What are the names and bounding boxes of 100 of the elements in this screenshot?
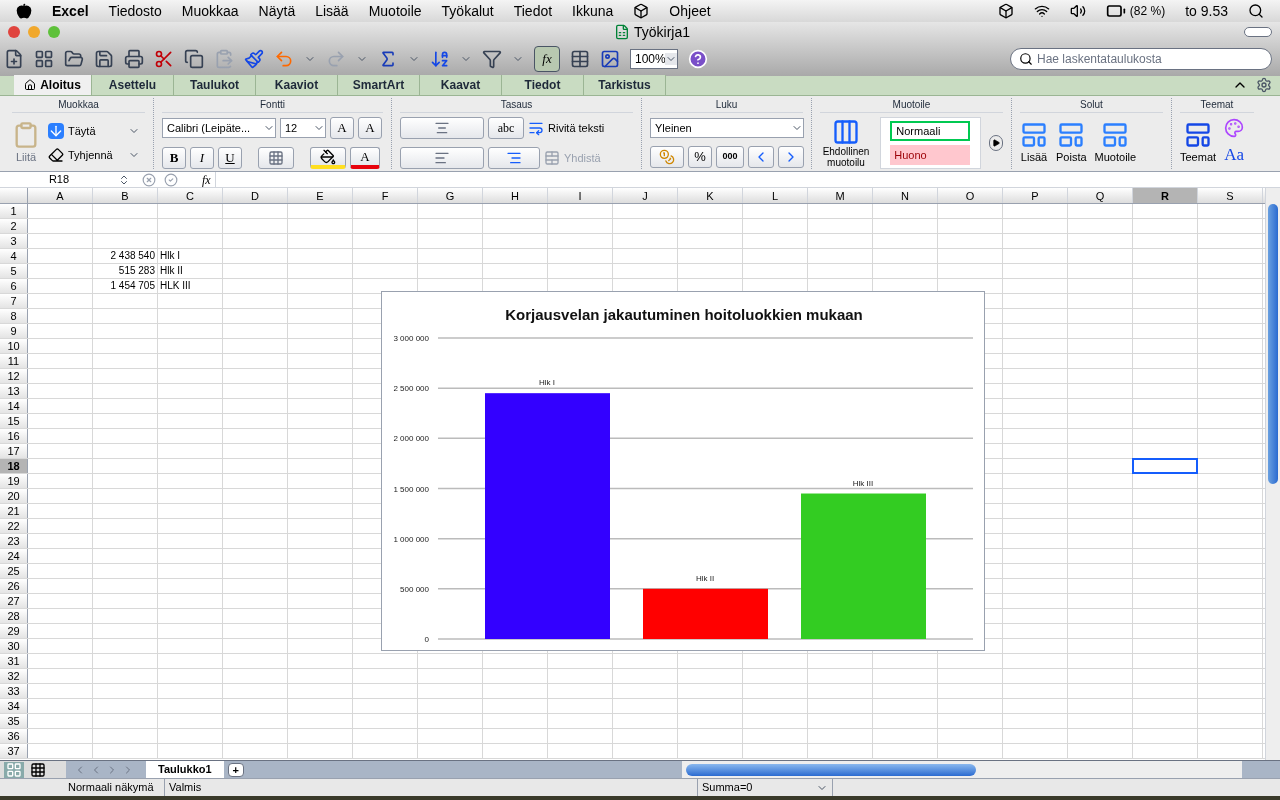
row-header[interactable]: 10 <box>0 339 28 353</box>
cells-button[interactable]: Lisää <box>1020 148 1048 166</box>
row-header[interactable]: 14 <box>0 399 28 413</box>
ribbon-tab[interactable]: Kaaviot <box>256 75 338 95</box>
column-header[interactable]: P <box>1003 188 1068 203</box>
column-header[interactable]: H <box>483 188 548 203</box>
row-header[interactable]: 1 <box>0 204 28 218</box>
row-header[interactable]: 18 <box>0 459 28 473</box>
save-icon[interactable] <box>94 49 114 69</box>
ribbon-tab[interactable]: Kaavat <box>420 75 502 95</box>
row-header[interactable]: 7 <box>0 294 28 308</box>
wrap-text-button[interactable]: Rivitä teksti <box>548 119 605 137</box>
row-header[interactable]: 13 <box>0 384 28 398</box>
row-header[interactable]: 20 <box>0 489 28 503</box>
font-field[interactable]: Calibri (Leipäte... <box>162 118 276 138</box>
column-header[interactable]: L <box>743 188 808 203</box>
menu-item[interactable]: Työkalut <box>441 0 494 22</box>
orientation-button[interactable]: abc <box>488 117 524 139</box>
column-header[interactable]: F <box>353 188 418 203</box>
bold-button[interactable]: B <box>162 147 186 169</box>
row-header[interactable]: 16 <box>0 429 28 443</box>
column-header[interactable]: K <box>678 188 743 203</box>
colors-icon[interactable] <box>1224 118 1245 139</box>
sheet-tab[interactable]: Taulukko1 <box>146 761 224 778</box>
row-header[interactable]: 11 <box>0 354 28 368</box>
thousands-button[interactable]: 000 <box>716 146 744 168</box>
wifi-icon[interactable] <box>1033 3 1050 19</box>
column-header[interactable]: G <box>418 188 483 203</box>
cells-icon[interactable] <box>1057 120 1086 149</box>
ribbon-tab[interactable]: Tiedot <box>502 75 584 95</box>
menu-item[interactable]: Muotoile <box>368 0 422 22</box>
enter-icon[interactable] <box>164 172 178 187</box>
menu-item[interactable]: Excel <box>52 0 89 22</box>
menu-item[interactable]: Muokkaa <box>181 0 239 22</box>
row-header[interactable]: 23 <box>0 534 28 548</box>
column-header[interactable]: R <box>1133 188 1198 203</box>
grow-font-button[interactable]: A <box>330 117 354 139</box>
new-document-icon[interactable] <box>4 49 24 69</box>
menu-item[interactable]: Tiedosto <box>108 0 162 22</box>
column-header[interactable]: A <box>28 188 93 203</box>
volume-icon[interactable] <box>1069 3 1086 19</box>
ribbon-tab[interactable]: SmartArt <box>338 75 420 95</box>
conditional-format-icon[interactable] <box>832 118 860 146</box>
row-header[interactable]: 34 <box>0 699 28 713</box>
settings-icon[interactable] <box>1256 77 1272 93</box>
font-color-button[interactable]: A <box>350 147 380 169</box>
copy-icon[interactable] <box>184 49 204 69</box>
row-header[interactable]: 35 <box>0 714 28 728</box>
decrease-decimal-button[interactable] <box>778 146 804 168</box>
increase-decimal-button[interactable] <box>748 146 774 168</box>
gallery-icon[interactable] <box>34 49 54 69</box>
currency-button[interactable] <box>650 146 684 168</box>
column-header[interactable]: S <box>1198 188 1263 203</box>
close-button[interactable] <box>8 26 20 38</box>
column-header[interactable]: M <box>808 188 873 203</box>
italic-button[interactable]: I <box>190 147 214 169</box>
wrap-text-icon[interactable] <box>528 120 544 136</box>
cells-icon[interactable] <box>1020 120 1048 149</box>
row-header[interactable]: 30 <box>0 639 28 653</box>
column-header[interactable]: N <box>873 188 938 203</box>
menu-item[interactable]: Lisää <box>315 0 349 22</box>
borders-button[interactable] <box>258 147 294 169</box>
formula-builder-button[interactable]: fx <box>534 46 560 72</box>
merge-icon[interactable] <box>544 150 560 166</box>
fill-down-icon[interactable] <box>48 122 64 139</box>
cells-button[interactable]: Poista <box>1056 148 1087 166</box>
row-header[interactable]: 15 <box>0 414 28 428</box>
caret-icon[interactable] <box>665 53 677 65</box>
row-header[interactable]: 6 <box>0 279 28 293</box>
menu-item[interactable]: Ikkuna <box>572 0 614 22</box>
row-header[interactable]: 36 <box>0 729 28 743</box>
underline-button[interactable]: U <box>218 147 242 169</box>
clear-button[interactable]: Tyhjennä <box>68 147 124 164</box>
name-box[interactable]: R18 <box>0 171 118 188</box>
print-icon[interactable] <box>124 49 144 69</box>
ribbon-tab[interactable]: Taulukot <box>174 75 256 95</box>
stepper-icon[interactable] <box>118 173 130 186</box>
cut-icon[interactable] <box>154 49 174 69</box>
column-header[interactable]: I <box>548 188 613 203</box>
selected-cell[interactable] <box>1132 458 1198 474</box>
row-header[interactable]: 12 <box>0 369 28 383</box>
paste-label[interactable]: Liitä <box>15 148 37 166</box>
cancel-icon[interactable] <box>142 172 156 187</box>
row-header[interactable]: 29 <box>0 624 28 638</box>
fill-color-button[interactable] <box>310 147 346 169</box>
filter-icon[interactable] <box>482 49 502 69</box>
row-header[interactable]: 9 <box>0 324 28 338</box>
media-icon[interactable] <box>600 49 620 69</box>
percent-button[interactable]: % <box>688 146 712 168</box>
toolbox-icon[interactable] <box>570 49 590 69</box>
vertical-align-button[interactable] <box>400 117 484 139</box>
conditional-format-label[interactable]: Ehdollinen muotoilu <box>820 146 872 168</box>
row-header[interactable]: 4 <box>0 249 28 263</box>
horizontal-align-button[interactable] <box>400 147 484 169</box>
column-header[interactable]: E <box>288 188 353 203</box>
cells-button[interactable]: Muotoile <box>1094 148 1137 166</box>
sum-status[interactable]: Summa=0 <box>698 779 833 796</box>
ribbon-tab[interactable]: Tarkistus <box>584 75 666 95</box>
row-header[interactable]: 3 <box>0 234 28 248</box>
ribbon-tab[interactable]: Aloitus <box>14 75 92 95</box>
